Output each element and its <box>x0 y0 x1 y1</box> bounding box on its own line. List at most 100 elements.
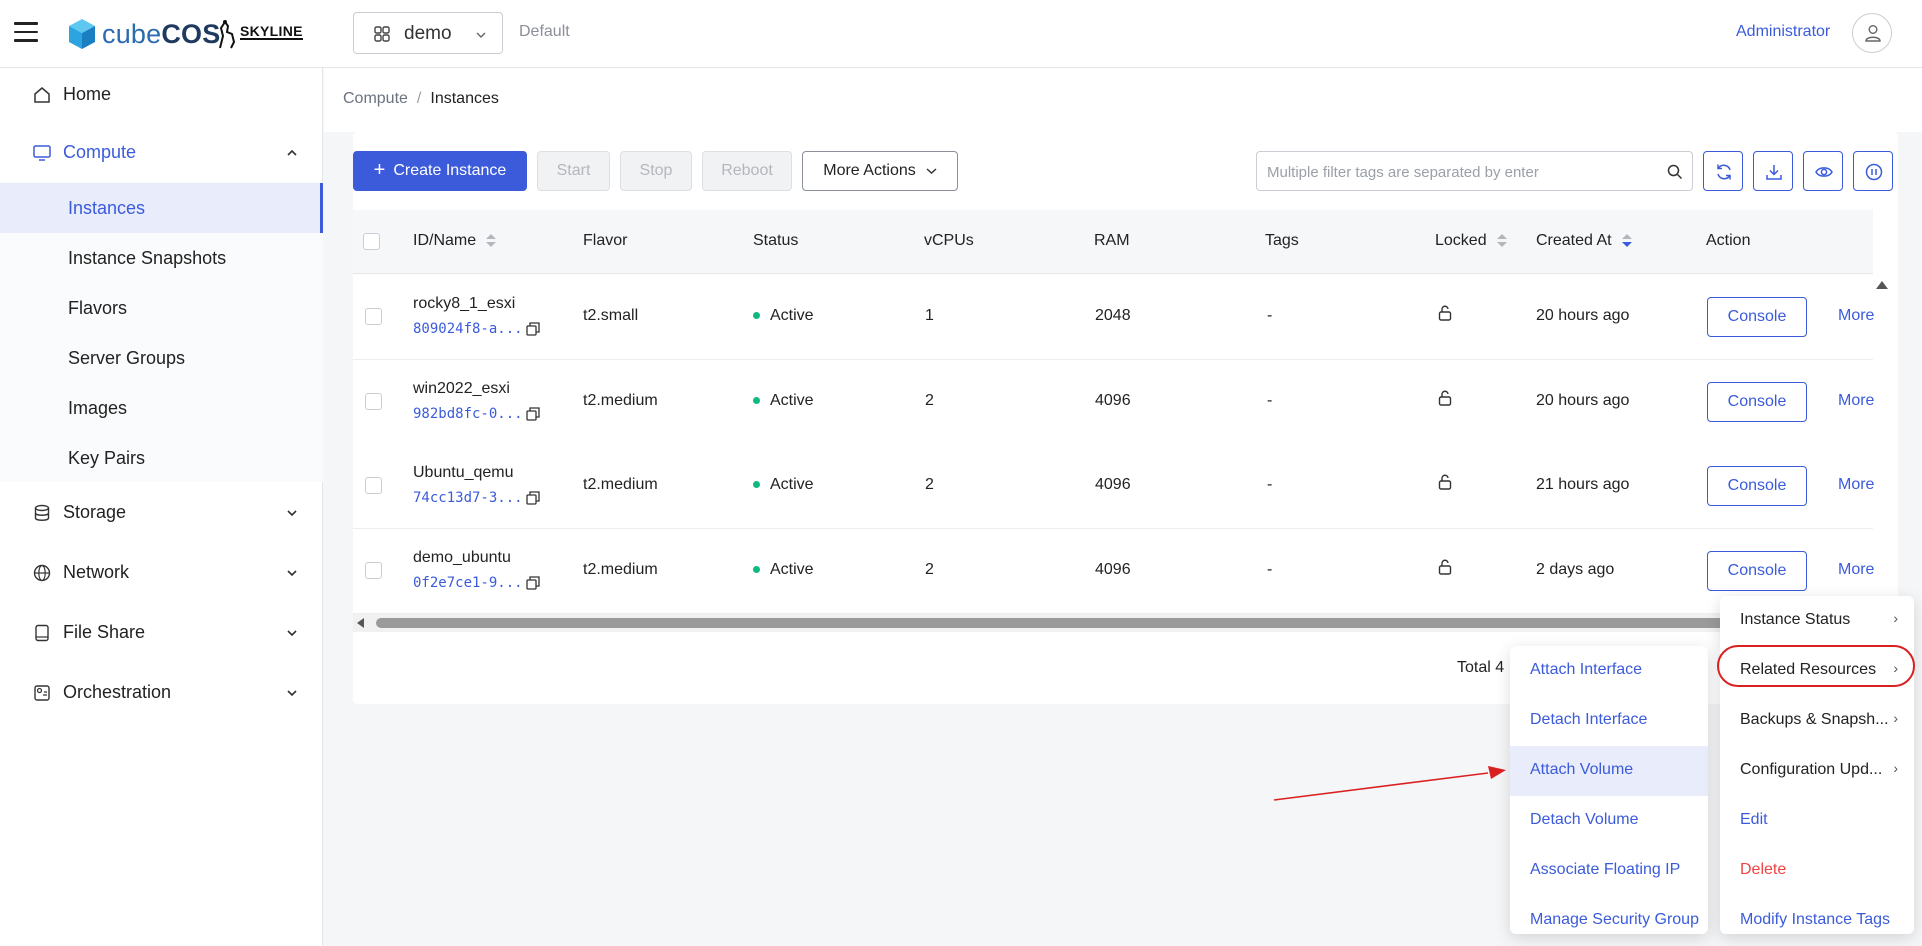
search-input[interactable] <box>1267 161 1657 183</box>
sidebar-item-key-pairs[interactable]: Key Pairs <box>0 433 323 483</box>
menu-item-attach-volume[interactable]: Attach Volume <box>1510 746 1708 796</box>
sidebar-item-instance-snapshots[interactable]: Instance Snapshots <box>0 233 323 283</box>
sidebar-item-server-groups[interactable]: Server Groups <box>0 333 323 383</box>
tags-cell: - <box>1267 561 1273 578</box>
menu-item-label: Edit <box>1740 811 1768 828</box>
menu-item-associate-floating-ip[interactable]: Associate Floating IP <box>1510 846 1708 896</box>
menu-item-label: Associate Floating IP <box>1530 861 1681 878</box>
select-all-checkbox[interactable] <box>363 233 380 250</box>
instance-name: win2022_esxi <box>413 380 510 397</box>
table-header: ID/Name Flavor Status vCPUs RAM Tags Loc… <box>353 210 1873 274</box>
chevron-down-icon <box>476 32 486 38</box>
download-icon <box>1766 165 1782 180</box>
project-select[interactable]: demo <box>353 12 503 54</box>
menu-toggle-icon[interactable] <box>14 22 38 42</box>
sidebar-item-compute[interactable]: Compute <box>0 126 323 182</box>
instance-id-link[interactable]: 809024f8-a... <box>413 321 523 337</box>
pause-auto-refresh-button[interactable] <box>1853 151 1893 191</box>
flavor-cell: t2.medium <box>583 476 658 493</box>
reboot-button[interactable]: Reboot <box>702 151 792 191</box>
user-menu-link[interactable]: Administrator <box>1736 23 1830 41</box>
related-resources-submenu: Attach Interface Detach Interface Attach… <box>1510 646 1708 934</box>
console-button[interactable]: Console <box>1707 466 1807 506</box>
scrollbar-thumb[interactable] <box>376 618 1846 628</box>
copy-icon[interactable] <box>526 322 540 336</box>
status-active-dot <box>753 312 760 320</box>
breadcrumb-bar: Compute / Instances <box>324 68 1922 132</box>
menu-item-configuration-update[interactable]: Configuration Upd... › <box>1720 746 1914 796</box>
download-button[interactable] <box>1753 151 1793 191</box>
start-button[interactable]: Start <box>537 151 610 191</box>
status-text: Active <box>770 561 814 578</box>
sidebar-item-instances[interactable]: Instances <box>0 183 323 233</box>
filter-search[interactable] <box>1256 151 1693 191</box>
menu-item-manage-security-group[interactable]: Manage Security Group <box>1510 896 1708 946</box>
instance-name: rocky8_1_esxi <box>413 295 516 312</box>
menu-item-instance-status[interactable]: Instance Status › <box>1720 596 1914 646</box>
menu-item-attach-interface[interactable]: Attach Interface <box>1510 646 1708 696</box>
sidebar-item-network[interactable]: Network <box>0 546 323 602</box>
menu-item-backups-snapshots[interactable]: Backups & Snapsh... › <box>1720 696 1914 746</box>
column-visibility-button[interactable] <box>1803 151 1843 191</box>
refresh-button[interactable] <box>1703 151 1743 191</box>
stop-button[interactable]: Stop <box>620 151 692 191</box>
scroll-left-arrow[interactable] <box>357 618 364 628</box>
more-actions-button[interactable]: More Actions <box>802 151 958 191</box>
sidebar-item-flavors[interactable]: Flavors <box>0 283 323 333</box>
created-at-cell: 21 hours ago <box>1536 476 1630 493</box>
sidebar-item-label: Home <box>63 84 112 104</box>
create-instance-button[interactable]: + Create Instance <box>353 151 527 191</box>
breadcrumb-parent[interactable]: Compute <box>343 90 408 107</box>
menu-item-related-resources[interactable]: Related Resources › <box>1720 646 1914 696</box>
sidebar-item-label: File Share <box>63 622 146 642</box>
column-header-locked[interactable]: Locked <box>1435 232 1507 250</box>
avatar[interactable] <box>1852 13 1892 53</box>
ram-cell: 4096 <box>1095 392 1131 409</box>
console-button[interactable]: Console <box>1707 297 1807 337</box>
menu-item-label: Instance Status <box>1740 611 1851 628</box>
instance-id-link[interactable]: 0f2e7ce1-9... <box>413 575 523 591</box>
instance-id-link[interactable]: 982bd8fc-0... <box>413 406 523 422</box>
sidebar-item-images[interactable]: Images <box>0 383 323 433</box>
menu-item-modify-instance-tags[interactable]: Modify Instance Tags <box>1720 896 1914 946</box>
status-cell: Active <box>753 392 814 410</box>
status-active-dot <box>753 397 760 405</box>
sidebar-item-orchestration[interactable]: Orchestration <box>0 666 323 722</box>
sidebar-item-label: Storage <box>63 502 127 522</box>
console-button[interactable]: Console <box>1707 382 1807 422</box>
console-button[interactable]: Console <box>1707 551 1807 591</box>
menu-item-detach-volume[interactable]: Detach Volume <box>1510 796 1708 846</box>
column-header-created-at[interactable]: Created At <box>1536 232 1632 250</box>
copy-icon[interactable] <box>526 576 540 590</box>
scroll-up-arrow[interactable] <box>1876 281 1888 289</box>
copy-icon[interactable] <box>526 407 540 421</box>
more-link[interactable]: More <box>1838 392 1874 410</box>
row-checkbox[interactable] <box>365 393 382 410</box>
horizontal-scrollbar[interactable] <box>353 614 1873 632</box>
created-at-cell: 20 hours ago <box>1536 307 1630 324</box>
sidebar-item-storage[interactable]: Storage <box>0 486 323 542</box>
more-link[interactable]: More <box>1838 307 1874 325</box>
sidebar-item-label: Images <box>68 398 128 418</box>
row-checkbox[interactable] <box>365 477 382 494</box>
search-icon[interactable] <box>1667 164 1683 180</box>
column-header-action: Action <box>1706 232 1751 249</box>
sidebar-item-home[interactable]: Home <box>0 68 323 124</box>
database-icon <box>34 504 50 521</box>
copy-icon[interactable] <box>526 491 540 505</box>
status-text: Active <box>770 476 814 493</box>
ram-cell: 4096 <box>1095 476 1131 493</box>
instance-id-link[interactable]: 74cc13d7-3... <box>413 490 523 506</box>
more-link[interactable]: More <box>1838 561 1874 579</box>
row-checkbox[interactable] <box>365 562 382 579</box>
partner-logo-text: SKYLINE <box>240 23 303 40</box>
sidebar-item-file-share[interactable]: File Share <box>0 606 323 662</box>
column-header-id-name[interactable]: ID/Name <box>413 232 497 250</box>
menu-item-edit[interactable]: Edit <box>1720 796 1914 846</box>
unlock-icon <box>1438 474 1452 490</box>
menu-item-detach-interface[interactable]: Detach Interface <box>1510 696 1708 746</box>
menu-item-delete[interactable]: Delete <box>1720 846 1914 896</box>
vcpus-cell: 2 <box>925 561 934 578</box>
more-link[interactable]: More <box>1838 476 1874 494</box>
row-checkbox[interactable] <box>365 308 382 325</box>
